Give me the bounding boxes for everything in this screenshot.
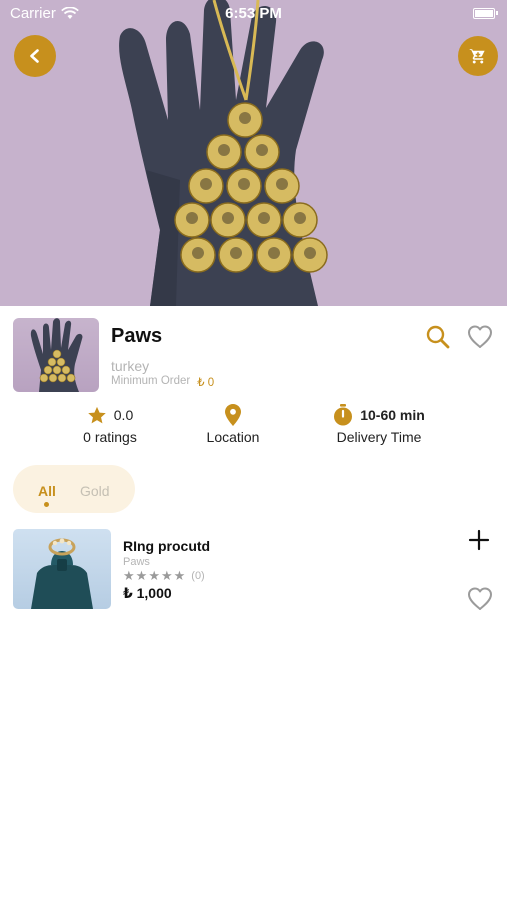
category-tabs: All Gold (13, 465, 135, 513)
search-icon (426, 325, 450, 349)
heart-outline-icon (468, 587, 492, 610)
necklace-on-hand-photo (0, 0, 507, 306)
star-icon (88, 406, 106, 423)
tab-gold[interactable]: Gold (80, 483, 110, 499)
search-button[interactable] (425, 324, 451, 350)
ring-display-photo (31, 538, 93, 609)
star-icon: ★ (160, 568, 173, 583)
clock: 6:53 PM (225, 5, 282, 22)
rating-stat: 0.0 0 ratings (70, 404, 150, 445)
product-name[interactable]: RIng procutd (123, 538, 210, 554)
cart-button[interactable] (458, 36, 498, 76)
minimum-order-label: Minimum Order (111, 375, 191, 387)
location-stat[interactable]: Location (190, 404, 276, 445)
location-label: Location (206, 429, 260, 445)
product-price: ₺ 1,000 (123, 585, 172, 601)
add-to-cart-button[interactable] (468, 529, 490, 551)
chevron-left-icon (30, 49, 39, 63)
minimum-order: Minimum Order ₺ 0 (111, 375, 214, 389)
product-rating-count: (0) (191, 570, 205, 582)
battery-icon (473, 8, 498, 19)
tab-all[interactable]: All (38, 483, 56, 507)
star-icon: ★ (173, 568, 186, 583)
rating-value: 0.0 (113, 407, 134, 423)
product-image[interactable] (13, 529, 111, 609)
product-store: Paws (123, 556, 150, 568)
favorite-store-button[interactable] (466, 324, 494, 350)
store-logo-image (30, 318, 83, 392)
star-icon: ★ (123, 568, 135, 583)
heart-outline-icon (468, 325, 492, 348)
delivery-time-stat: 10-60 min Delivery Time (320, 404, 438, 445)
status-bar: Carrier 6:53 PM (0, 0, 507, 28)
back-button[interactable] (14, 35, 56, 77)
star-icon: ★ (148, 568, 160, 583)
store-country: turkey (111, 358, 150, 374)
plus-icon (468, 529, 490, 551)
favorite-product-button[interactable] (466, 586, 494, 612)
product-rating: ★ ★ ★ ★ ★ (0) (123, 569, 205, 583)
timer-icon (334, 404, 353, 426)
location-pin-icon (225, 404, 241, 426)
cart-icon (469, 48, 485, 64)
star-icon: ★ (135, 568, 148, 583)
delivery-time-label: Delivery Time (336, 429, 422, 445)
delivery-time-value: 10-60 min (360, 407, 425, 423)
store-logo (13, 318, 99, 392)
rating-count-label: 0 ratings (83, 429, 137, 445)
store-cover-image: Carrier 6:53 PM (0, 0, 507, 306)
minimum-order-value: ₺ 0 (197, 377, 215, 389)
store-name: Paws (111, 325, 163, 347)
